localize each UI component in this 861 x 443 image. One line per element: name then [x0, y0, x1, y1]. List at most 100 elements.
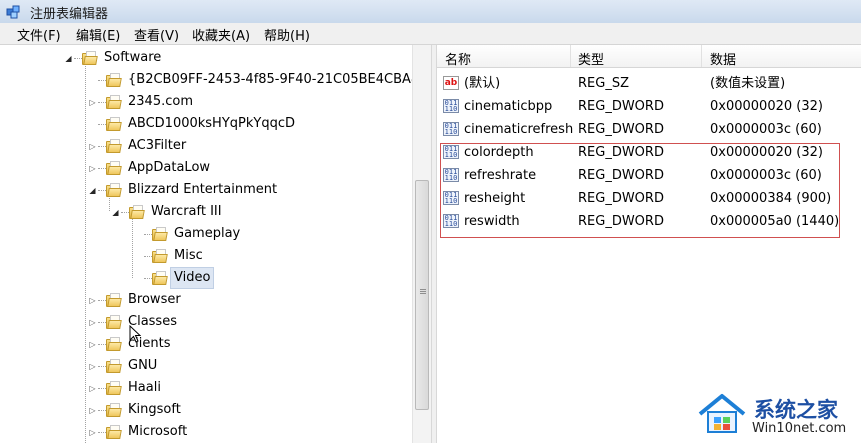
tree-node[interactable]: ▷ Haali: [0, 377, 410, 399]
tree-node[interactable]: Misc: [0, 245, 410, 267]
tree-connector: [74, 58, 82, 60]
tree-node-label: Video: [170, 267, 215, 289]
folder-icon: [106, 117, 122, 131]
string-value-icon: ab: [443, 76, 459, 90]
value-data: (数值未设置): [710, 76, 786, 91]
tree-connector: [144, 278, 152, 280]
mouse-cursor-icon: [129, 325, 141, 343]
expand-arrow-icon[interactable]: ▷: [88, 384, 97, 393]
tree-node-label: GNU: [128, 358, 158, 373]
collapse-arrow-icon[interactable]: ◢: [111, 208, 120, 217]
expand-arrow-icon[interactable]: ▷: [88, 142, 97, 151]
registry-value-row[interactable]: ab (默认) REG_SZ (数值未设置): [437, 72, 861, 95]
watermark-url: Win10net.com: [752, 421, 847, 436]
folder-icon: [106, 139, 122, 153]
column-header-data[interactable]: 数据: [710, 49, 736, 68]
registry-editor-icon: [6, 5, 20, 19]
site-watermark: 系统之家 Win10net.com: [690, 388, 861, 443]
registry-value-row[interactable]: 011 110 cinematicrefresh REG_DWORD 0x0000003…: [437, 118, 861, 141]
folder-icon: [152, 227, 168, 241]
folder-icon: [106, 359, 122, 373]
title-bar: 注册表编辑器: [0, 0, 861, 24]
tree-connector: [98, 366, 106, 368]
tree-node[interactable]: ▷ clients: [0, 333, 410, 355]
tree-node[interactable]: ▷ Microsoft: [0, 421, 410, 443]
highlight-annotation-box: [440, 143, 840, 238]
expand-arrow-icon[interactable]: ▷: [88, 340, 97, 349]
tree-node-label: AC3Filter: [128, 138, 187, 153]
tree-node[interactable]: ▷ Classes: [0, 311, 410, 333]
expand-arrow-icon[interactable]: ▷: [88, 296, 97, 305]
menu-view[interactable]: 查看(V): [134, 25, 179, 44]
tree-node[interactable]: ◢ Blizzard Entertainment: [0, 179, 410, 201]
folder-icon: [106, 315, 122, 329]
folder-icon: [106, 425, 122, 439]
value-name: cinematicrefresh: [464, 122, 574, 137]
tree-node[interactable]: ◢ Software: [0, 47, 410, 69]
binary-value-icon: 011 110: [443, 122, 459, 136]
menu-edit[interactable]: 编辑(E): [76, 25, 120, 44]
folder-icon: [106, 95, 122, 109]
tree-node-label: Kingsoft: [128, 402, 181, 417]
folder-icon: [106, 403, 122, 417]
value-data: 0x0000003c (60): [710, 122, 822, 137]
tree-connector: [98, 146, 106, 148]
tree-node-label: Blizzard Entertainment: [128, 182, 278, 197]
value-data: 0x00000020 (32): [710, 99, 823, 114]
tree-node[interactable]: ▷ 2345.com: [0, 91, 410, 113]
tree-node[interactable]: {B2CB09FF-2453-4f85-9F40-21C05BE4CBA8}: [0, 69, 427, 91]
menu-help[interactable]: 帮助(H): [264, 25, 310, 44]
tree-node-label: Haali: [128, 380, 161, 395]
value-type: REG_DWORD: [578, 99, 664, 114]
tree-connector: [98, 124, 106, 126]
column-header-type[interactable]: 类型: [578, 49, 604, 68]
collapse-arrow-icon[interactable]: ◢: [64, 54, 73, 63]
value-name: cinematicbpp: [464, 99, 553, 114]
folder-icon: [106, 73, 122, 87]
tree-node-label: AppDataLow: [128, 160, 211, 175]
folder-icon: [106, 183, 122, 197]
expand-arrow-icon[interactable]: ▷: [88, 164, 97, 173]
menu-favorites[interactable]: 收藏夹(A): [192, 25, 250, 44]
expand-arrow-icon[interactable]: ▷: [88, 98, 97, 107]
tree-node-label: Gameplay: [174, 226, 241, 241]
tree-connector: [98, 432, 106, 434]
registry-value-row[interactable]: 011 110 cinematicbpp REG_DWORD 0x00000020 (3…: [437, 95, 861, 118]
collapse-arrow-icon[interactable]: ◢: [88, 186, 97, 195]
folder-icon: [106, 293, 122, 307]
tree-node[interactable]: ◢ Warcraft III: [0, 201, 410, 223]
menu-file[interactable]: 文件(F): [17, 25, 61, 44]
column-header-name[interactable]: 名称: [445, 49, 471, 68]
expand-arrow-icon[interactable]: ▷: [88, 406, 97, 415]
folder-icon: [82, 51, 98, 65]
expand-arrow-icon[interactable]: ▷: [88, 362, 97, 371]
expand-arrow-icon[interactable]: ▷: [88, 318, 97, 327]
tree-connector: [98, 168, 106, 170]
values-header: 名称 类型 数据: [437, 45, 861, 68]
tree-connector: [98, 410, 106, 412]
tree-node-label: 2345.com: [128, 94, 193, 109]
folder-icon: [106, 161, 122, 175]
tree-connector: [144, 256, 152, 258]
tree-connector: [98, 388, 106, 390]
tree-connector: [144, 234, 152, 236]
tree-scroll-thumb[interactable]: [415, 180, 429, 410]
expand-arrow-icon[interactable]: ▷: [88, 428, 97, 437]
tree-node[interactable]: ▷ Kingsoft: [0, 399, 410, 421]
tree-node[interactable]: Gameplay: [0, 223, 410, 245]
tree-connector: [98, 102, 106, 104]
tree-connector: [98, 300, 106, 302]
tree-connector: [98, 322, 106, 324]
tree-vertical-scrollbar[interactable]: [412, 45, 431, 443]
tree-node[interactable]: ▷ AC3Filter: [0, 135, 410, 157]
tree-node[interactable]: Video: [0, 267, 410, 289]
tree-node[interactable]: ABCD1000ksHYqPkYqqcD: [0, 113, 410, 135]
folder-icon: [152, 271, 168, 285]
tree-connector: [98, 190, 106, 192]
watermark-brand: 系统之家: [754, 398, 838, 422]
tree-node[interactable]: ▷ GNU: [0, 355, 410, 377]
tree-node-label: Misc: [174, 248, 203, 263]
tree-node[interactable]: ▷ Browser: [0, 289, 410, 311]
value-type: REG_DWORD: [578, 122, 664, 137]
tree-node[interactable]: ▷ AppDataLow: [0, 157, 410, 179]
